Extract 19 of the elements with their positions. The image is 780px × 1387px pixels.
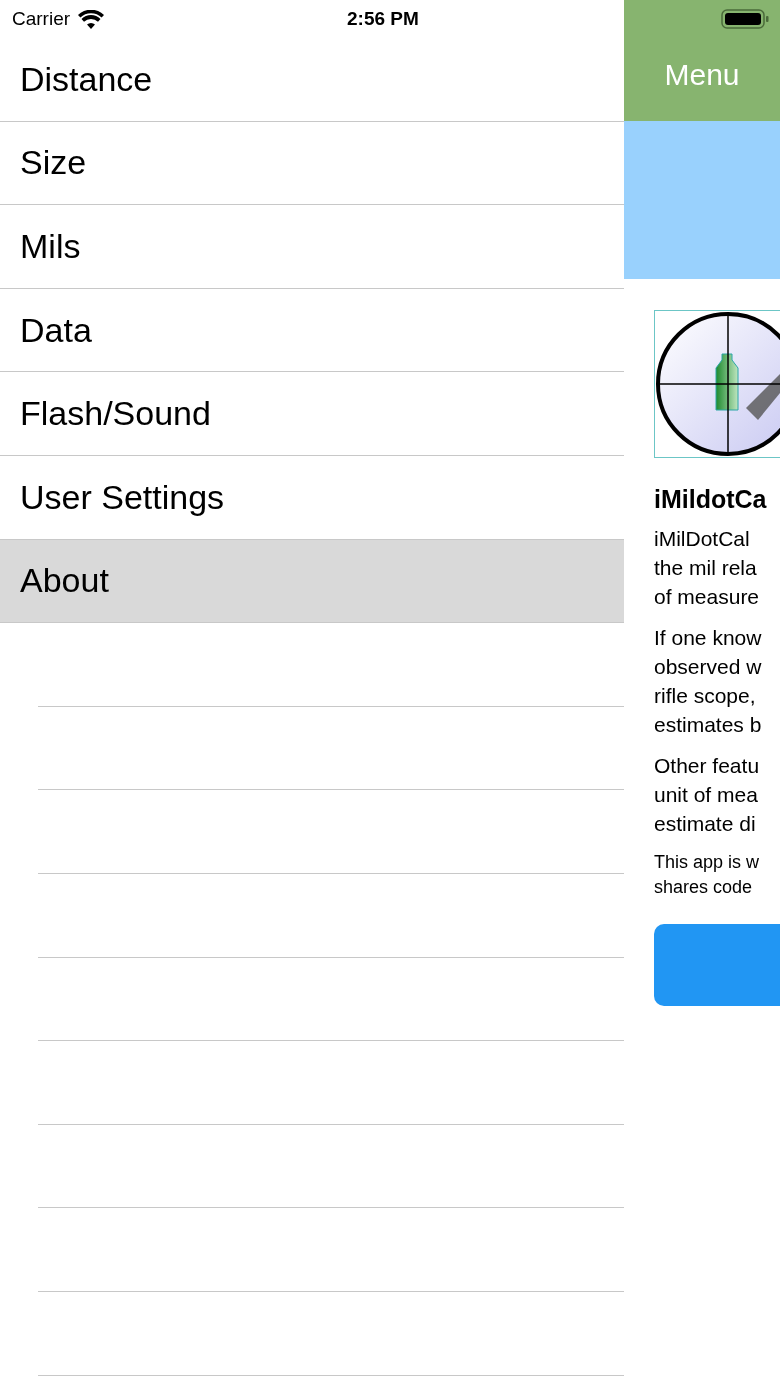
about-text-line: observed w	[654, 654, 763, 680]
about-text-line: the mil rela	[654, 555, 758, 581]
about-heading: iMildotCa	[654, 484, 768, 514]
about-text-line: of measure	[654, 584, 761, 610]
about-text-line: This app is w	[654, 851, 761, 874]
about-text-line: If one know	[654, 625, 763, 651]
about-text-line: unit of mea	[654, 782, 759, 808]
about-text-line: Other featu	[654, 753, 761, 779]
carrier-label: Carrier	[12, 6, 71, 31]
about-text-line: iMilDotCal	[654, 526, 751, 552]
wifi-icon	[78, 9, 105, 29]
battery-icon	[721, 9, 769, 29]
clock-time: 2:56 PM	[347, 6, 419, 31]
about-text-line: estimate di	[654, 811, 757, 837]
menu-item[interactable]: About	[0, 539, 624, 624]
about-text-line: estimates b	[654, 712, 763, 738]
about-text-line: shares code	[654, 876, 754, 899]
about-text-line: rifle scope,	[654, 683, 757, 709]
header-title: Menu	[664, 57, 740, 93]
